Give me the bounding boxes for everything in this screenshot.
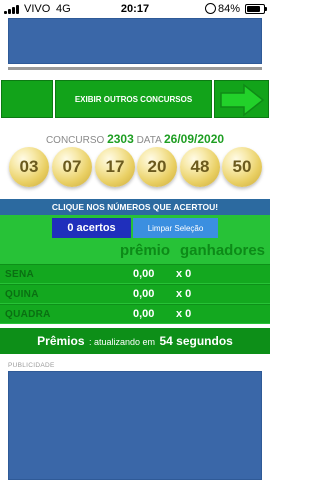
tier-prize: 0,00 [133, 268, 155, 280]
number-ball[interactable]: 17 [95, 147, 135, 187]
prizes-label: Prêmios [37, 334, 85, 348]
date-label: DATA [136, 135, 162, 146]
previous-contest-button[interactable] [1, 80, 53, 118]
tier-prize: 0,00 [133, 288, 155, 300]
other-contests-button[interactable]: EXIBIR OUTROS CONCURSOS [55, 80, 212, 118]
divider [8, 67, 262, 70]
table-row: QUADRA 0,00 x 0 [0, 304, 270, 323]
top-ad-banner[interactable] [8, 18, 262, 64]
hits-row: 0 acertos Limpar Seleção [0, 215, 270, 240]
status-bar: VIVO 4G 20:17 84% [0, 0, 270, 18]
number-ball[interactable]: 48 [180, 147, 220, 187]
contest-date: 26/09/2020 [163, 132, 225, 146]
table-row: QUINA 0,00 x 0 [0, 284, 270, 303]
alarm-icon [205, 3, 216, 14]
advertising-label: PUBLICIDADE [8, 362, 55, 369]
number-ball[interactable]: 20 [137, 147, 177, 187]
tier-label: QUINA [5, 289, 39, 300]
prize-table: prêmio ganhadores SENA 0,00 x 0 QUINA 0,… [0, 240, 270, 324]
number-ball[interactable]: 50 [222, 147, 262, 187]
next-contest-button[interactable] [214, 80, 269, 118]
tier-label: SENA [5, 269, 34, 280]
number-ball[interactable]: 03 [9, 147, 49, 187]
tier-winners: x 0 [176, 268, 192, 280]
contest-info: CONCURSO 2303 DATA 26/09/2020 [0, 132, 270, 146]
prizes-update-bar: Prêmios : atualizando em 54 segundos [0, 328, 270, 354]
battery-percent: 84% [218, 3, 241, 15]
contest-label: CONCURSO [45, 135, 105, 146]
tier-label: QUADRA [5, 309, 51, 320]
contest-number: 2303 [107, 132, 134, 146]
select-numbers-banner: CLIQUE NOS NÚMEROS QUE ACERTOU! [0, 199, 270, 215]
header-winners: ganhadores [180, 242, 266, 259]
hits-count: 0 acertos [52, 218, 131, 238]
clear-selection-button[interactable]: Limpar Seleção [133, 218, 218, 238]
arrow-right-icon [220, 83, 265, 117]
tier-winners: x 0 [176, 308, 192, 320]
tier-prize: 0,00 [133, 308, 155, 320]
tier-winners: x 0 [176, 288, 192, 300]
table-row: SENA 0,00 x 0 [0, 264, 270, 283]
number-ball[interactable]: 07 [52, 147, 92, 187]
table-header: prêmio ganhadores [0, 242, 270, 262]
updating-text: : atualizando em [88, 337, 156, 347]
drawn-numbers: 03 07 17 20 48 50 [0, 147, 270, 189]
battery-icon [245, 4, 267, 14]
contest-nav: EXIBIR OUTROS CONCURSOS [0, 80, 270, 118]
countdown-seconds: 54 segundos [159, 334, 233, 348]
bottom-ad-banner[interactable] [8, 371, 262, 480]
header-prize: prêmio [120, 242, 171, 259]
